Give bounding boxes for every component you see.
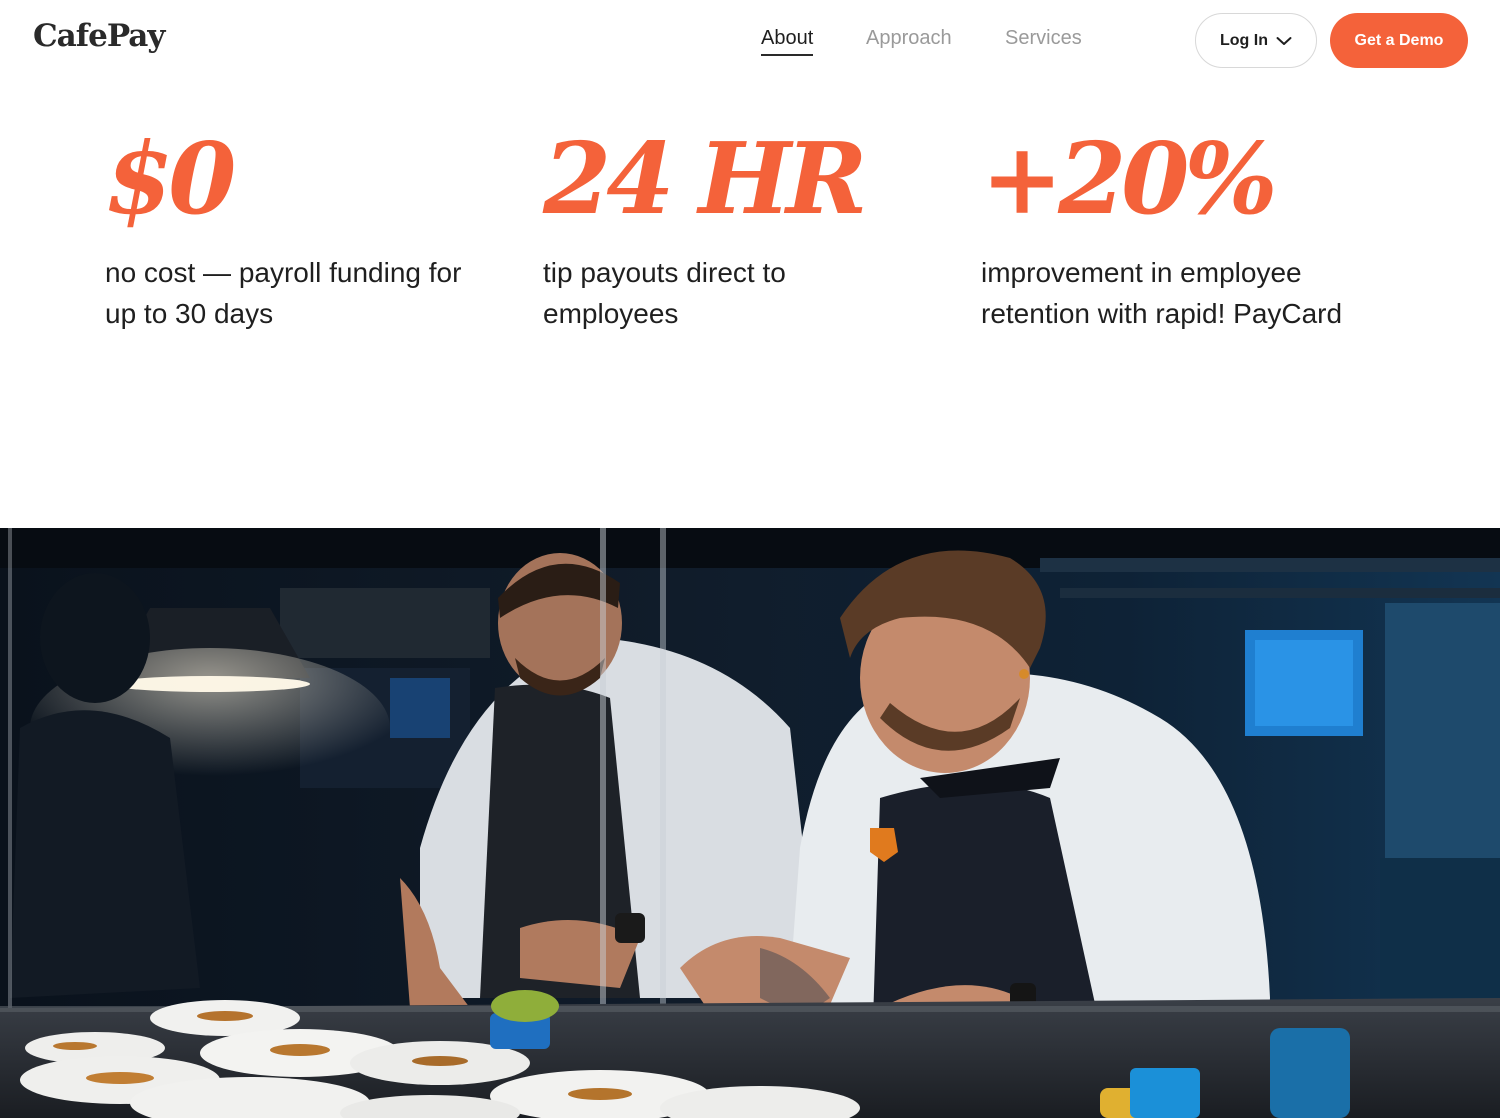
stat-block: $0 no cost — payroll funding for up to 3…	[105, 128, 505, 334]
chevron-down-icon	[1276, 36, 1292, 46]
stat-block: +20% improvement in employee retention w…	[981, 128, 1381, 334]
stat-description: no cost — payroll funding for up to 30 d…	[105, 257, 462, 329]
stat-block: 24 HR tip payouts direct to employees	[543, 128, 943, 334]
nav-link-approach[interactable]: Approach	[866, 27, 952, 50]
stat-value: $0	[105, 122, 236, 237]
log-in-label: Log In	[1220, 31, 1268, 49]
nav-link-services[interactable]: Services	[1005, 27, 1082, 50]
stat-value: 24 HR	[543, 122, 868, 237]
cafepay-logo[interactable]: CafePay	[33, 18, 165, 54]
stat-description: tip payouts direct to employees	[543, 257, 786, 329]
site-header: CafePay About Approach Services Log In G…	[0, 0, 1500, 80]
hero-kitchen-photo	[0, 528, 1500, 1118]
log-in-button[interactable]: Log In	[1195, 13, 1317, 68]
get-a-demo-button[interactable]: Get a Demo	[1330, 13, 1468, 68]
stat-value: +20%	[981, 122, 1278, 237]
stat-description: improvement in employee retention with r…	[981, 257, 1343, 329]
kitchen-illustration	[0, 528, 1500, 1118]
nav-link-about[interactable]: About	[761, 27, 814, 56]
